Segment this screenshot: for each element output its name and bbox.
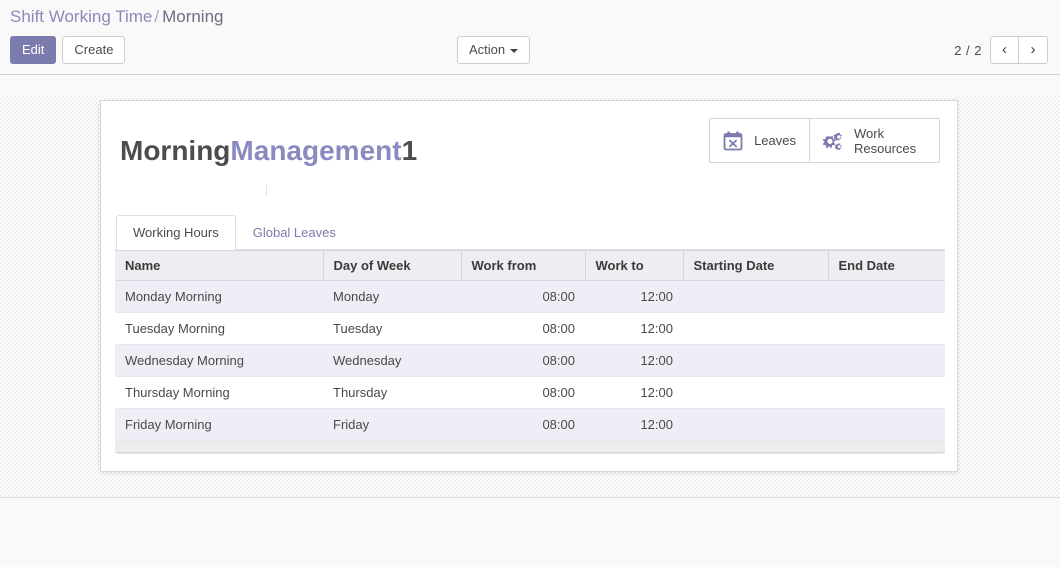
table-row[interactable]: Monday Morning Monday 08:00 12:00 [115,280,945,313]
cell-work-to: 12:00 [585,376,683,409]
stat-button-box: Leaves Work Resources [709,118,940,163]
cell-end-date [828,344,945,377]
column-header-work-to[interactable]: Work to [585,250,684,281]
calendar-times-icon [721,129,745,153]
page-title: MorningManagement1 [120,134,417,168]
stat-button-leaves[interactable]: Leaves [710,119,809,162]
table-row[interactable]: Wednesday Morning Wednesday 08:00 12:00 [115,344,945,377]
column-header-starting-date[interactable]: Starting Date [683,250,829,281]
cell-end-date [828,408,945,441]
page-title-part-c: 1 [401,135,418,166]
cell-end-date [828,376,945,409]
form-sheet: MorningManagement1 Leaves Work Resources… [100,100,958,472]
cell-day: Tuesday [323,312,461,345]
pager-buttons: ‹ › [990,36,1048,64]
cell-work-from: 08:00 [461,376,585,409]
chevron-right-icon[interactable]: › [1019,36,1048,64]
cell-work-from: 08:00 [461,280,585,313]
column-header-name[interactable]: Name [115,250,324,281]
breadcrumb-current: Morning [162,7,224,26]
edit-button[interactable]: Edit [10,36,57,64]
cell-day: Wednesday [323,344,461,377]
cell-work-from: 08:00 [461,344,585,377]
cell-work-to: 12:00 [585,408,683,441]
cell-day: Monday [323,280,461,313]
cell-name: Friday Morning [115,408,323,441]
cell-name: Tuesday Morning [115,312,323,345]
cogs-icon [821,129,845,153]
working-hours-table: Name Day of Week Work from Work to Start… [115,250,945,453]
stat-button-leaves-label: Leaves [754,133,796,148]
cell-name: Wednesday Morning [115,344,323,377]
cell-work-from: 08:00 [461,408,585,441]
chevron-left-icon[interactable]: ‹ [990,36,1019,64]
pager: 2 / 2 ‹ › [954,36,1048,64]
notebook-tabs: Working Hours Global Leaves [115,214,945,250]
page-bottom-area [0,497,1060,567]
cell-name: Thursday Morning [115,376,323,409]
table-body: Monday Morning Monday 08:00 12:00 Tuesda… [115,280,945,453]
cell-end-date [828,280,945,313]
column-header-end-date[interactable]: End Date [828,250,945,281]
cell-work-to: 12:00 [585,280,683,313]
cell-work-from: 08:00 [461,312,585,345]
action-button[interactable]: Action [457,36,531,64]
sheet-divider [117,453,943,454]
cell-work-to: 12:00 [585,344,683,377]
tab-working-hours[interactable]: Working Hours [116,215,236,250]
cell-end-date [828,312,945,345]
cell-start-date [683,408,828,441]
cell-work-to: 12:00 [585,312,683,345]
table-row[interactable]: Thursday Morning Thursday 08:00 12:00 [115,376,945,409]
stat-button-work-resources[interactable]: Work Resources [809,119,939,162]
table-footer-row [115,440,945,453]
cell-day: Thursday [323,376,461,409]
table-row[interactable]: Friday Morning Friday 08:00 12:00 [115,408,945,441]
action-menu[interactable]: Action [457,36,531,64]
column-header-day-of-week[interactable]: Day of Week [323,250,462,281]
column-header-work-from[interactable]: Work from [461,250,586,281]
notebook: Working Hours Global Leaves Name Day of … [115,214,945,453]
breadcrumb: Shift Working Time / Morning [10,5,224,29]
form-buttons: Edit Create [10,36,126,64]
cell-start-date [683,376,828,409]
caret-down-icon [510,48,519,53]
page-title-part-b: Management [230,135,402,166]
cell-name: Monday Morning [115,280,323,313]
table-header-row: Name Day of Week Work from Work to Start… [115,250,945,281]
cell-day: Friday [323,408,461,441]
action-button-label: Action [469,42,506,57]
cell-start-date [683,312,828,345]
stat-button-work-resources-label: Work Resources [854,125,917,156]
table-footer-bar [115,440,945,453]
breadcrumb-parent-link[interactable]: Shift Working Time [10,7,152,26]
cell-start-date [683,280,828,313]
page-title-part-a: Morning [120,135,231,166]
pager-counter: 2 / 2 [954,42,982,58]
cell-start-date [683,344,828,377]
create-button[interactable]: Create [62,36,126,64]
table-header: Name Day of Week Work from Work to Start… [115,250,945,281]
empty-field-marker [266,185,267,196]
control-panel: Shift Working Time / Morning Edit Create Ac… [0,0,1060,75]
breadcrumb-separator: / [154,7,160,26]
tab-global-leaves[interactable]: Global Leaves [236,215,353,250]
table-row[interactable]: Tuesday Morning Tuesday 08:00 12:00 [115,312,945,345]
